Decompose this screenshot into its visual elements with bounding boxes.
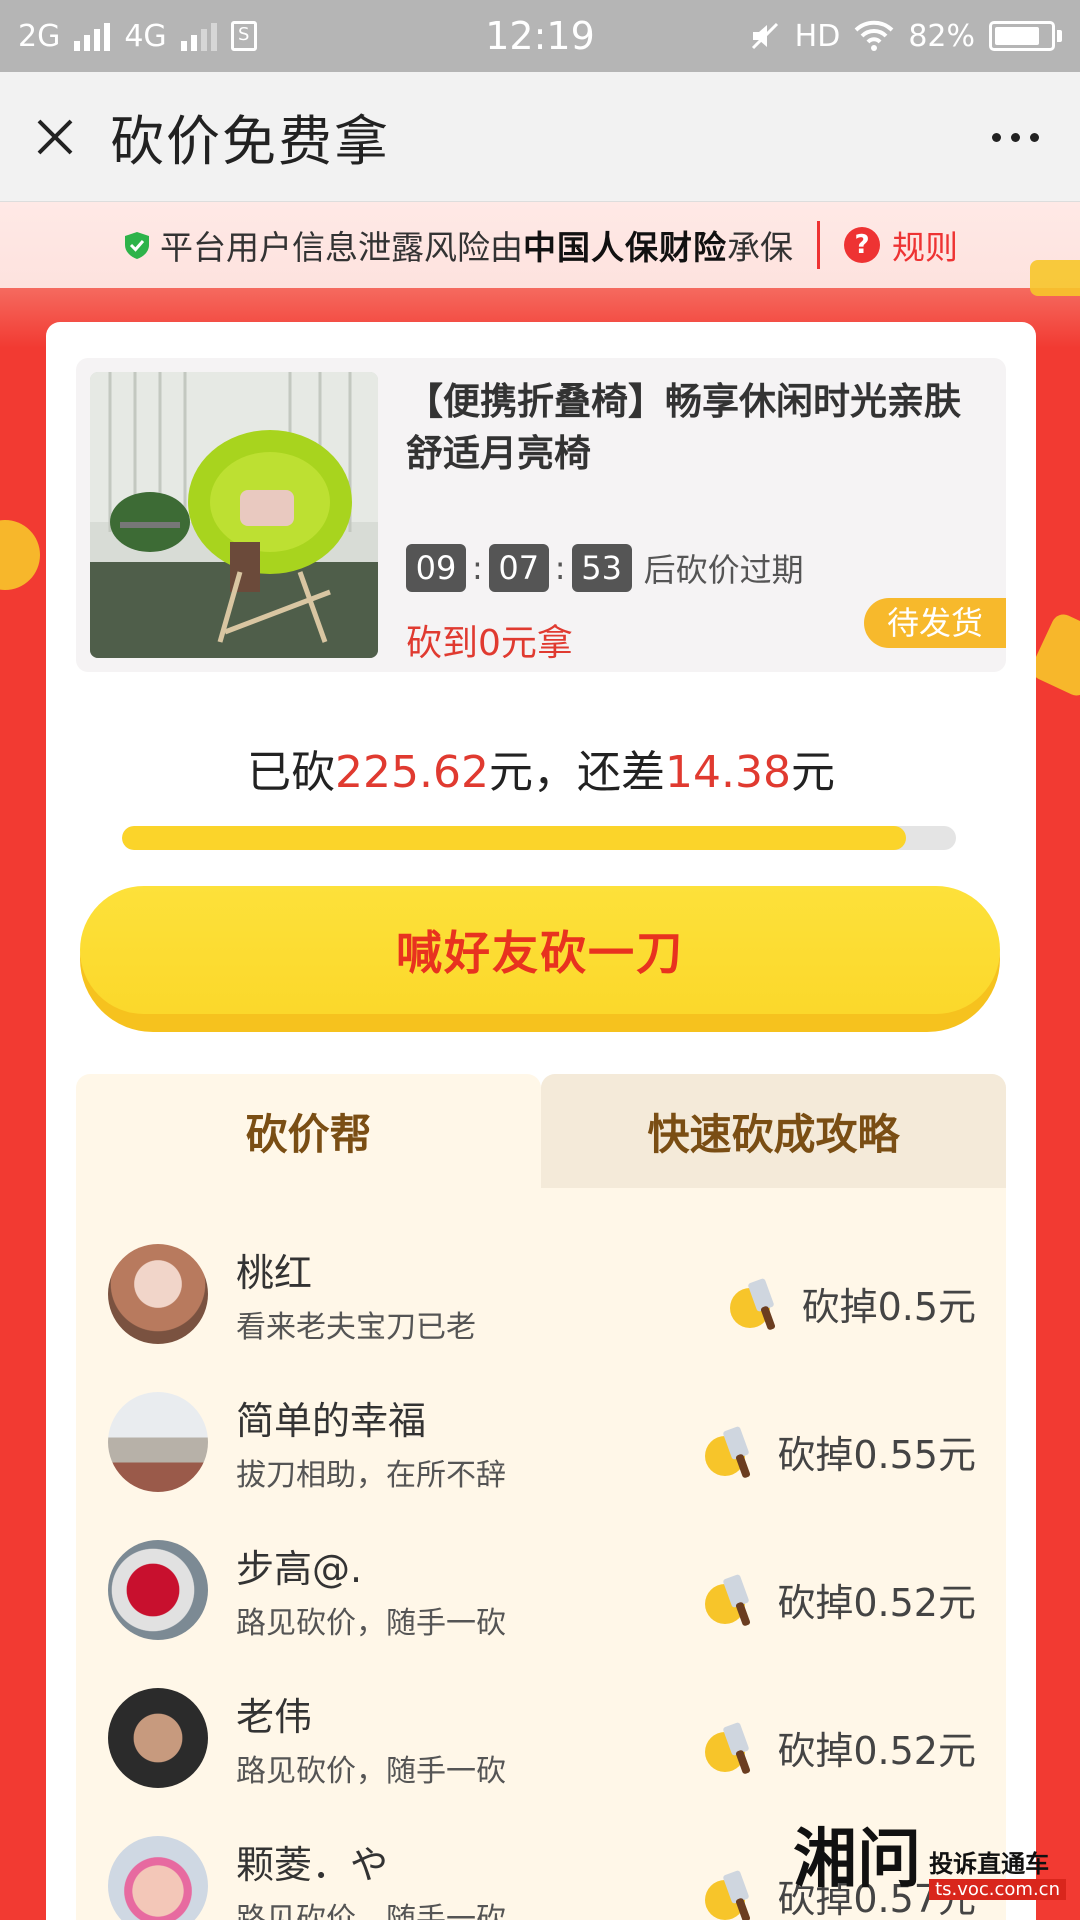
insurance-notice: 平台用户信息泄露风险由 中国人保财险 承保 ? 规则 <box>0 202 1080 288</box>
cut-amount: 225.62 <box>335 747 489 798</box>
signal-weak-icon <box>180 21 217 51</box>
notice-text-suffix: 承保 <box>727 228 793 267</box>
helper-name: 桃红 <box>236 1251 313 1295</box>
title-bar: 砍价免费拿 <box>0 72 1080 202</box>
cut-unit: 元 <box>489 747 533 798</box>
invite-friends-button[interactable]: 喊好友砍一刀 <box>80 886 1000 1032</box>
more-dot-icon <box>1010 132 1020 142</box>
product-card[interactable]: 【便携折叠椅】畅享休闲时光亲肤舒适月亮椅 09 : 07 : 53 后砍价过期 … <box>76 358 1006 672</box>
remain-unit: 元 <box>790 747 835 798</box>
tab-bar: 砍价帮 快速砍成攻略 <box>76 1074 1006 1188</box>
avatar <box>108 1244 208 1344</box>
watermark-logo: 湘问 <box>793 1822 922 1897</box>
close-icon <box>37 119 73 154</box>
coin-decoration <box>0 520 40 590</box>
helper-message: 路见砍价，随手一砍 <box>236 1606 506 1641</box>
insurer-name: 中国人保财险 <box>523 228 727 267</box>
helper-message: 拔刀相助，在所不辞 <box>236 1458 506 1493</box>
cut-amount-text: 砍掉0.55元 <box>777 1432 976 1477</box>
status-right: HD 82% <box>749 19 1062 54</box>
invite-friends-label: 喊好友砍一刀 <box>80 886 1000 1014</box>
helper-name: 简单的幸福 <box>236 1399 427 1443</box>
wifi-icon <box>854 20 894 51</box>
tab-strategy[interactable]: 快速砍成攻略 <box>541 1074 1006 1188</box>
knife-icon <box>705 1722 751 1774</box>
tab-helpers[interactable]: 砍价帮 <box>76 1074 541 1188</box>
progress-summary: 已砍225.62元，还差14.38元 <box>46 736 1036 800</box>
knife-icon <box>705 1870 751 1920</box>
cut-amount-badge: 砍掉0.52元 <box>701 1568 976 1630</box>
free-target-label: 砍到0元拿 <box>406 623 573 664</box>
more-menu-button[interactable] <box>980 112 1050 162</box>
hd-label: HD <box>794 18 841 54</box>
cut-amount-text: 砍掉0.52元 <box>777 1728 976 1773</box>
avatar <box>108 1540 208 1640</box>
list-item: 简单的幸福 拔刀相助，在所不辞 砍掉0.55元 <box>76 1376 1006 1496</box>
helper-message: 路见砍价，随手一砍 <box>236 1902 506 1920</box>
chair-illustration <box>90 372 378 658</box>
progress-bar-fill <box>122 826 906 850</box>
countdown-hours: 09 <box>406 544 466 592</box>
list-item: 桃红 看来老夫宝刀已老 砍掉0.5元 <box>76 1228 1006 1348</box>
list-item: 步高@. 路见砍价，随手一砍 砍掉0.52元 <box>76 1524 1006 1644</box>
shield-icon <box>125 232 149 259</box>
avatar <box>108 1392 208 1492</box>
cut-prefix: 已砍 <box>247 747 336 798</box>
product-name: 【便携折叠椅】畅享休闲时光亲肤舒适月亮椅 <box>406 380 961 475</box>
status-left: 2G 4G S <box>18 19 257 54</box>
more-dot-icon <box>1029 132 1039 142</box>
remain-prefix: 还差 <box>577 747 665 798</box>
bargain-card: 【便携折叠椅】畅享休闲时光亲肤舒适月亮椅 09 : 07 : 53 后砍价过期 … <box>46 322 1036 1920</box>
helper-name: 颗菱．や <box>236 1843 389 1887</box>
countdown-minutes: 07 <box>488 544 549 592</box>
watermark-line1: 投诉直通车 <box>929 1850 1050 1878</box>
progress-comma: ， <box>533 747 577 798</box>
cut-amount-badge: 砍掉0.55元 <box>701 1420 976 1482</box>
helper-name: 老伟 <box>236 1695 313 1739</box>
progress-bar <box>122 826 956 850</box>
list-item: 老伟 路见砍价，随手一砍 砍掉0.52元 <box>76 1672 1006 1792</box>
avatar <box>108 1836 208 1920</box>
status-badge: 待发货 <box>864 598 1006 648</box>
status-bar: 2G 4G S 12:19 HD 82% <box>0 0 1080 72</box>
notice-text-prefix: 平台用户信息泄露风险由 <box>160 228 523 267</box>
countdown-suffix: 后砍价过期 <box>643 551 804 589</box>
network-2g-label: 2G <box>18 18 61 54</box>
more-dot-icon <box>991 132 1001 142</box>
sim-icon: S <box>230 21 257 51</box>
battery-percent: 82% <box>908 18 975 54</box>
watermark-text: 投诉直通车 ts.voc.com.cn <box>929 1844 1066 1900</box>
cut-amount-text: 砍掉0.5元 <box>801 1284 976 1329</box>
cut-amount-badge: 砍掉0.52元 <box>701 1716 976 1778</box>
countdown-separator: : <box>472 549 483 587</box>
product-image <box>90 372 378 658</box>
knife-icon <box>705 1574 751 1626</box>
page-title: 砍价免费拿 <box>110 110 390 173</box>
helper-message: 看来老夫宝刀已老 <box>236 1310 476 1345</box>
rules-link[interactable]: ? 规则 <box>844 221 958 269</box>
rules-label: 规则 <box>892 228 958 267</box>
close-button[interactable] <box>0 72 110 202</box>
helper-message: 路见砍价，随手一砍 <box>236 1754 506 1789</box>
knife-icon <box>729 1278 775 1330</box>
watermark-line2: ts.voc.com.cn <box>929 1879 1066 1900</box>
notice-divider <box>817 221 820 269</box>
avatar <box>108 1688 208 1788</box>
cut-amount-text: 砍掉0.52元 <box>777 1580 976 1625</box>
network-4g-label: 4G <box>124 18 167 54</box>
coin-decoration <box>1030 260 1080 296</box>
remain-amount: 14.38 <box>665 747 791 798</box>
countdown-separator: : <box>554 549 566 587</box>
help-icon: ? <box>844 227 880 263</box>
mute-icon <box>751 22 778 50</box>
signal-icon <box>74 21 111 51</box>
cut-amount-badge: 砍掉0.5元 <box>726 1272 976 1334</box>
knife-icon <box>705 1426 751 1478</box>
helper-name: 步高@. <box>236 1547 363 1591</box>
battery-icon <box>989 21 1062 51</box>
watermark: 湘问 投诉直通车 ts.voc.com.cn <box>793 1808 1066 1900</box>
countdown-timer: 09 : 07 : 53 后砍价过期 <box>406 544 804 592</box>
countdown-seconds: 53 <box>571 544 632 592</box>
